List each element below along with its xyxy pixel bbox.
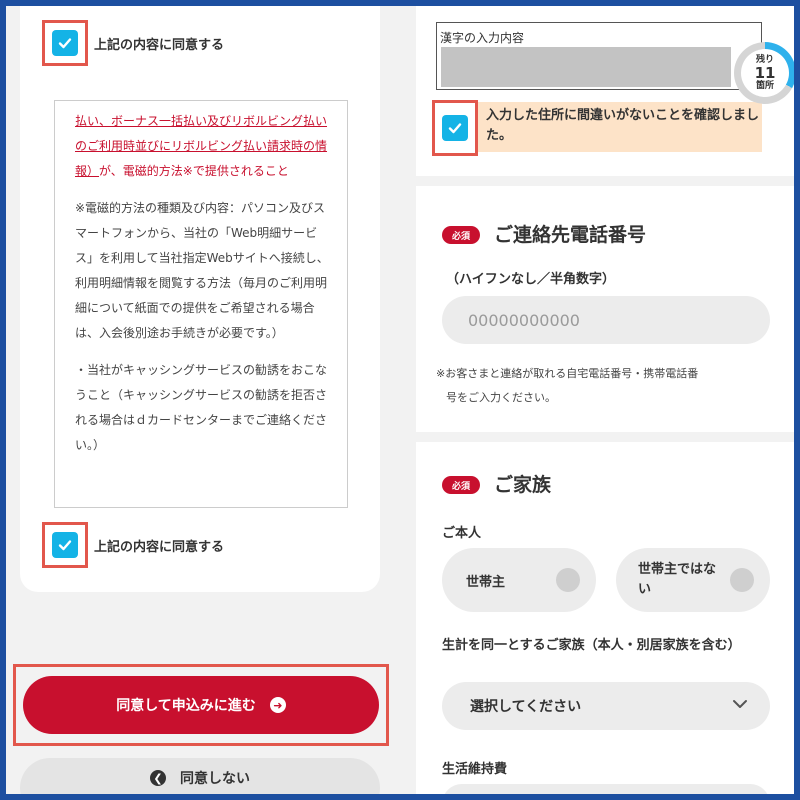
terms-para-3: ・当社がキャッシングサービスの勧誘をおこなうこと（キャッシングサービスの勧誘を拒… (75, 363, 328, 452)
option-not-householder[interactable]: 世帯主ではない (616, 548, 770, 612)
terms-para-2: ※電磁的方法の種類及び内容：パソコン及びスマートフォンから、当社の「Web明細サ… (75, 201, 329, 340)
redacted-address (441, 47, 731, 87)
terms-para-1: 払い、ボーナス一括払い及びリボルビング払いのご利用時並びにリボルビング払い請求時… (75, 109, 329, 184)
address-card: 漢字の入力内容 入力した住所に間違いがないことを確認しました。 残り 11 箇所 (416, 6, 794, 176)
phone-input[interactable] (442, 296, 770, 344)
terms-panel: 上記の内容に同意する 払い、ボーナス一括払い及びリボルビング払いのご利用時並びに… (6, 6, 400, 794)
kanji-label: 漢字の入力内容 (440, 31, 525, 45)
family-section: 必須 ご家族 ご本人 世帯主 世帯主ではない 生計を同一とするご家族（本人・別居… (416, 442, 794, 794)
form-panel: 漢字の入力内容 入力した住所に間違いがないことを確認しました。 残り 11 箇所… (416, 6, 794, 794)
family-section-title: ご家族 (494, 474, 552, 496)
option-householder[interactable]: 世帯主 (442, 548, 596, 612)
remaining-count: 11 (754, 63, 776, 82)
kanji-preview-box: 漢字の入力内容 (436, 22, 762, 90)
terms-text-box: 払い、ボーナス一括払い及びリボルビング払いのご利用時並びにリボルビング払い請求時… (54, 100, 348, 508)
phone-note-line-2: 号をご入力ください。 (446, 391, 556, 404)
agree-row-top[interactable]: 上記の内容に同意する (42, 20, 224, 66)
phone-format-hint: （ハイフンなし／半角数字） (446, 272, 616, 287)
check-icon (58, 540, 72, 551)
agree-checkbox-bottom[interactable] (52, 532, 78, 558)
agree-checkbox-top[interactable] (52, 30, 78, 56)
proceed-button-highlight: 同意して申込みに進む ➜ (13, 664, 389, 746)
self-label: ご本人 (442, 526, 482, 541)
decline-label: 同意しない (180, 771, 250, 787)
living-cost-label: 生活維持費 (442, 762, 508, 777)
agree-row-bottom[interactable]: 上記の内容に同意する (42, 522, 224, 568)
required-badge: 必須 (442, 226, 480, 244)
living-cost-field[interactable] (442, 784, 770, 794)
option-householder-label: 世帯主 (466, 574, 506, 590)
agree-label-top: 上記の内容に同意する (94, 37, 225, 53)
check-icon (58, 38, 72, 49)
remaining-fields-inner: 残り 11 箇所 (741, 49, 789, 97)
check-icon (448, 123, 462, 134)
household-select-value: 選択してください (470, 699, 582, 715)
agree-checkbox-top-highlight[interactable] (42, 20, 88, 66)
option-not-householder-label: 世帯主ではない (638, 562, 717, 597)
confirm-checkbox-highlight[interactable] (432, 100, 478, 156)
screenshot-frame: 上記の内容に同意する 払い、ボーナス一括払い及びリボルビング払いのご利用時並びに… (6, 6, 794, 794)
proceed-button[interactable]: 同意して申込みに進む ➜ (23, 676, 379, 734)
agree-checkbox-bottom-highlight[interactable] (42, 522, 88, 568)
phone-section: 必須 ご連絡先電話番号 （ハイフンなし／半角数字） ※お客さまと連絡が取れる自宅… (416, 186, 794, 432)
confirm-address-text: 入力した住所に間違いがないことを確認しました。 (486, 108, 760, 143)
proceed-label: 同意して申込みに進む (116, 698, 256, 714)
agree-label-bottom: 上記の内容に同意する (94, 539, 225, 555)
radio-icon (556, 568, 580, 592)
arrow-left-icon: ❮ (150, 770, 166, 786)
household-label: 生計を同一とするご家族（本人・別居家族を含む） (442, 638, 741, 653)
phone-note: ※お客さまと連絡が取れる自宅電話番号・携帯電話番 号をご入力ください。 (436, 362, 776, 410)
arrow-right-icon: ➜ (269, 697, 286, 713)
phone-section-title: ご連絡先電話番号 (494, 224, 647, 246)
household-select[interactable]: 選択してください (442, 682, 770, 730)
confirm-checkbox[interactable] (442, 115, 468, 141)
phone-note-line-1: ※お客さまと連絡が取れる自宅電話番号・携帯電話番 (436, 367, 699, 380)
chevron-down-icon (733, 700, 747, 708)
remaining-suffix: 箇所 (755, 80, 774, 91)
remaining-fields-indicator: 残り 11 箇所 (734, 42, 794, 104)
terms-para-1-tail: が、電磁的方法※で提供されること (99, 164, 289, 178)
radio-icon (730, 568, 754, 592)
required-badge: 必須 (442, 476, 480, 494)
decline-button[interactable]: ❮ 同意しない (20, 758, 380, 794)
